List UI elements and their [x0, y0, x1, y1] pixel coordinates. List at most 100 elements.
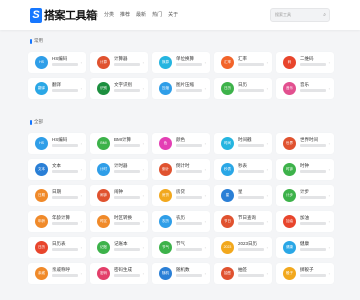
tool-card[interactable]: 骰子 掷骰子 › [276, 263, 334, 284]
tool-card[interactable]: 节日 节日查询 › [214, 211, 272, 232]
tool-card[interactable]: 码二维码 › [276, 52, 334, 73]
chevron-right-icon: › [204, 167, 206, 172]
tool-card[interactable]: 压缩 图片压缩 › [152, 78, 210, 99]
tool-title: 时间戳 [238, 137, 252, 142]
tool-card[interactable]: 计步 计步 › [276, 185, 334, 206]
tool-desc-placeholder [238, 196, 264, 199]
tool-card[interactable]: 2023 2023日历 › [214, 237, 272, 258]
tool-title: 日历 [238, 82, 247, 87]
tool-card[interactable]: 农历 农历 › [152, 211, 210, 232]
chevron-right-icon: › [204, 245, 206, 250]
tool-desc-placeholder [238, 89, 264, 92]
tool-title: 2023日历 [238, 241, 258, 246]
chevron-right-icon: › [142, 193, 144, 198]
tool-title: 日期 [52, 189, 61, 194]
chevron-right-icon: › [204, 86, 206, 91]
chevron-right-icon: › [328, 86, 330, 91]
site-logo[interactable]: S 搭案工具箱 [30, 7, 97, 23]
tool-desc-placeholder [238, 63, 264, 66]
tool-card[interactable]: 随机 随机数 › [152, 263, 210, 284]
search-icon[interactable]: ⌕ [323, 12, 326, 18]
nav-item[interactable]: 最新 [136, 11, 146, 18]
tool-title: 二维码 [300, 56, 314, 61]
tool-card[interactable]: 世界 世界时间 › [276, 133, 334, 154]
tool-desc-placeholder [114, 170, 140, 173]
tool-card[interactable]: 识别 文字识别 › [90, 78, 148, 99]
tool-desc-placeholder [114, 63, 140, 66]
nav-item[interactable]: 首页 [88, 11, 98, 18]
chevron-right-icon: › [80, 86, 82, 91]
tool-card[interactable]: 年龄 年龄计算 › [28, 211, 86, 232]
tool-title: 节日查询 [238, 215, 256, 220]
tool-icon: 时区 [97, 215, 110, 228]
tool-desc-placeholder [176, 63, 202, 66]
tool-title: 年龄计算 [52, 215, 70, 220]
tool-title: 单位换算 [176, 56, 194, 61]
tool-title: 健康 [300, 241, 309, 246]
tool-card[interactable]: 房贷 房贷 › [152, 185, 210, 206]
tool-card[interactable]: 计时 计时器 › [90, 159, 148, 180]
nav-item[interactable]: 热门 [152, 11, 162, 18]
tool-card[interactable]: 记账 记账本 › [90, 237, 148, 258]
tool-card[interactable]: 加油 加油 › [276, 211, 334, 232]
search-input[interactable]: 搜索工具 ⌕ [270, 8, 330, 22]
tool-card[interactable]: 抽签 抽签 › [214, 263, 272, 284]
tool-icon: 节日 [221, 215, 234, 228]
tool-card[interactable]: 翻译 翻译 › [28, 78, 86, 99]
tool-card[interactable]: 色颜色 › [152, 133, 210, 154]
tool-card[interactable]: BMI BMI计算 › [90, 133, 148, 154]
chevron-right-icon: › [266, 219, 268, 224]
tool-card[interactable]: 亲戚 亲戚称呼 › [28, 263, 86, 284]
tool-card[interactable]: 健康 健康 › [276, 237, 334, 258]
tool-card[interactable]: 秒表 秒表 › [214, 159, 272, 180]
tool-icon: 换算 [159, 56, 172, 69]
nav-item[interactable]: 关于 [168, 11, 178, 18]
chevron-right-icon: › [204, 60, 206, 65]
tool-card[interactable]: 计算 计算器 › [90, 52, 148, 73]
tool-card[interactable]: 日期 日期 › [28, 185, 86, 206]
chevron-right-icon: › [204, 193, 206, 198]
tool-card[interactable]: 换算 单位换算 › [152, 52, 210, 73]
tool-title: 亲戚称呼 [52, 267, 70, 272]
tool-card[interactable]: 日历 日历表 › [28, 237, 86, 258]
chevron-right-icon: › [328, 245, 330, 250]
tool-title: 掷骰子 [300, 267, 314, 272]
tool-desc-placeholder [300, 196, 326, 199]
tool-desc-placeholder [300, 274, 326, 277]
tool-card[interactable]: 时间 时间戳 › [214, 133, 272, 154]
tool-card[interactable]: HS HS编码 › [28, 52, 86, 73]
tool-title: 加油 [300, 215, 309, 220]
tool-card[interactable]: 文本 文本 › [28, 159, 86, 180]
tool-desc-placeholder [300, 170, 326, 173]
tool-card[interactable]: 时钟 时钟 › [276, 159, 334, 180]
chevron-right-icon: › [142, 271, 144, 276]
tool-card[interactable]: 密码 密码生成 › [90, 263, 148, 284]
nav-item[interactable]: 推荐 [120, 11, 130, 18]
chevron-right-icon: › [80, 60, 82, 65]
tool-card[interactable]: 日历 日历 › [214, 78, 272, 99]
tool-desc-placeholder [114, 248, 140, 251]
chevron-right-icon: › [204, 271, 206, 276]
tool-title: 颜色 [176, 137, 185, 142]
tool-icon: 秒表 [221, 163, 234, 176]
tool-title: 抽签 [238, 267, 247, 272]
tool-card[interactable]: HS HS编码 › [28, 133, 86, 154]
tool-icon: 日期 [35, 189, 48, 202]
tool-card[interactable]: 闹钟 闹钟 › [90, 185, 148, 206]
tool-card[interactable]: 星星 › [214, 185, 272, 206]
tool-card[interactable]: 倒计 倒计时 › [152, 159, 210, 180]
tool-icon: 汇率 [221, 56, 234, 69]
nav-item[interactable]: 分类 [104, 11, 114, 18]
tool-title: 时钟 [300, 163, 309, 168]
tool-card[interactable]: 汇率 汇率 › [214, 52, 272, 73]
chevron-right-icon: › [204, 141, 206, 146]
tool-desc-placeholder [176, 89, 202, 92]
tool-card[interactable]: 时区 时区转换 › [90, 211, 148, 232]
tool-desc-placeholder [238, 274, 264, 277]
chevron-right-icon: › [142, 167, 144, 172]
section-title-common: 常用 [30, 38, 43, 44]
tool-desc-placeholder [300, 144, 326, 147]
tool-icon: 音乐 [283, 82, 296, 95]
tool-card[interactable]: 节气 节气 › [152, 237, 210, 258]
tool-card[interactable]: 音乐 音乐 › [276, 78, 334, 99]
